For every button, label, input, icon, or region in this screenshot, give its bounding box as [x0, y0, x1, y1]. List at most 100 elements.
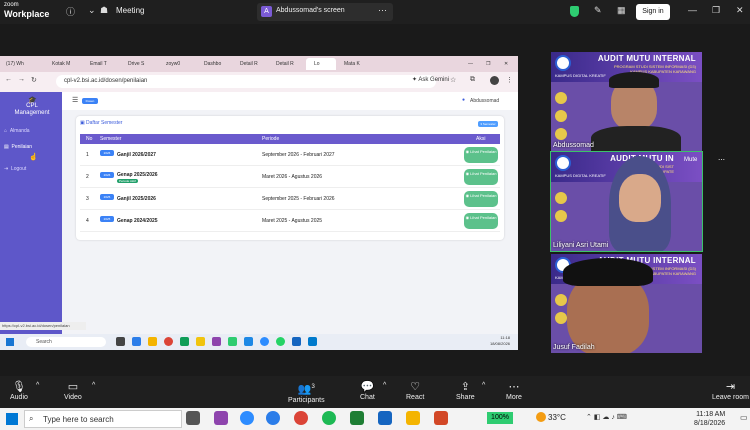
tab-dashboard[interactable]: Dashbo: [204, 58, 221, 70]
word-icon[interactable]: [378, 411, 392, 425]
excel-icon[interactable]: [228, 337, 237, 346]
powerpoint-icon[interactable]: [434, 411, 448, 425]
participant-video-3[interactable]: KAMPUS DIGITAL KREATIF AUDIT MUTU INTERN…: [551, 254, 702, 353]
button-label: Lihat Penilaian: [470, 149, 497, 154]
profile-avatar[interactable]: [490, 76, 499, 85]
column-header-periode: Periode: [262, 136, 280, 142]
tab-active[interactable]: Lo: [306, 58, 336, 70]
browser-close-icon[interactable]: ✕: [504, 58, 508, 70]
whatsapp-icon[interactable]: [276, 337, 285, 346]
restore-icon[interactable]: ❐: [712, 5, 720, 16]
folder-icon[interactable]: [196, 337, 205, 346]
notification-icon[interactable]: ▭: [740, 413, 748, 422]
task-view-icon[interactable]: [116, 337, 125, 346]
participant-hair: [609, 72, 659, 88]
tab-kotak[interactable]: Kotak M: [52, 58, 70, 70]
zoom-icon[interactable]: [260, 337, 269, 346]
extensions-icon[interactable]: ⧉: [470, 76, 475, 84]
leave-icon: ⇥: [725, 381, 736, 393]
sidebar-item-penilaian[interactable]: ▤ Penilaian: [4, 144, 32, 150]
back-icon[interactable]: ←: [5, 76, 12, 83]
participant-hair: [563, 258, 653, 286]
view-grades-button[interactable]: ◉ Lihat Penilaian: [464, 213, 498, 229]
react-button[interactable]: ♡ React: [406, 380, 424, 401]
browser-restore-icon[interactable]: ❐: [486, 58, 490, 70]
audio-button[interactable]: 🎙 Audio: [10, 380, 28, 401]
tab-drive[interactable]: Drive S: [128, 58, 144, 70]
browser-menu-icon[interactable]: ⋮: [506, 76, 513, 84]
row-number: 4: [86, 218, 89, 224]
word-icon[interactable]: [244, 337, 253, 346]
chrome-icon[interactable]: [164, 337, 173, 346]
tab-detail-2[interactable]: Detail R: [276, 58, 294, 70]
system-tray-icons[interactable]: ⌃ ◧ ☁ ♪ ⌨: [586, 413, 627, 421]
audio-options-chevron-icon[interactable]: ^: [36, 382, 39, 389]
sharer-avatar: A: [261, 6, 272, 17]
semester-name: Ganjil 2026/2027: [117, 152, 156, 158]
edit-icon[interactable]: ✎: [594, 5, 602, 16]
tab-email[interactable]: Email T: [90, 58, 107, 70]
edge-icon[interactable]: [266, 411, 280, 425]
column-header-no: No: [86, 136, 93, 142]
task-view-icon[interactable]: [186, 411, 200, 425]
participants-button[interactable]: 👥3 Participants: [288, 380, 325, 404]
sidebar-item-almanda[interactable]: ⌂ Almanda: [4, 128, 30, 134]
chevron-down-icon[interactable]: ⌄: [88, 5, 96, 16]
hamburger-menu-icon[interactable]: ☰: [72, 96, 78, 104]
forward-icon[interactable]: →: [18, 76, 25, 83]
view-grades-button[interactable]: ◉ Lihat Penilaian: [464, 147, 498, 163]
outlook-icon[interactable]: [292, 337, 301, 346]
participant-video-1[interactable]: KAMPUS DIGITAL KREATIF AUDIT MUTU INTERN…: [551, 52, 702, 151]
sidebar-item-logout[interactable]: ⇥ Logout: [4, 166, 26, 172]
zoom-icon[interactable]: [240, 411, 254, 425]
tab-detail-1[interactable]: Detail R: [240, 58, 258, 70]
mute-button[interactable]: Mute: [684, 157, 697, 163]
app-icon[interactable]: [214, 411, 228, 425]
address-bar[interactable]: cpl-v2.bsi.ac.id/dosen/penilaian: [56, 75, 436, 88]
view-icon[interactable]: ▦: [617, 5, 626, 16]
zoom-logo-top: zoom: [4, 2, 19, 8]
weather-temperature[interactable]: 33°C: [548, 413, 566, 422]
windows-search-box[interactable]: Type here to search: [24, 410, 182, 428]
tab-mata-kuliah[interactable]: Mata K: [344, 58, 360, 70]
view-grades-button[interactable]: ◉ Lihat Penilaian: [464, 191, 498, 207]
folder-icon[interactable]: [406, 411, 420, 425]
minimize-icon[interactable]: —: [688, 5, 697, 15]
reload-icon[interactable]: ↻: [31, 76, 37, 84]
chrome-icon[interactable]: [294, 411, 308, 425]
mouse-cursor-icon: ☝: [29, 154, 38, 161]
chat-options-chevron-icon[interactable]: ^: [383, 382, 386, 389]
edge-icon[interactable]: [132, 337, 141, 346]
video-options-icon[interactable]: ⋯: [718, 156, 725, 164]
leave-room-button[interactable]: ⇥ Leave room: [712, 380, 749, 401]
browser-minimize-icon[interactable]: —: [468, 58, 473, 70]
sign-in-button[interactable]: Sign in: [636, 4, 670, 20]
ask-gemini-button[interactable]: ✦ Ask Gemini: [412, 76, 449, 83]
sheets-icon[interactable]: [180, 337, 189, 346]
chat-button[interactable]: 💬 Chat: [360, 380, 375, 401]
share-options-chevron-icon[interactable]: ^: [482, 382, 485, 389]
windows-clock[interactable]: 11:18 AM 8/18/2026: [694, 410, 725, 428]
user-menu[interactable]: Abdussomad: [470, 98, 499, 104]
video-options-chevron-icon[interactable]: ^: [92, 382, 95, 389]
tab-zoyw[interactable]: zoyw0: [166, 58, 180, 70]
more-button[interactable]: ⋯ More: [506, 380, 522, 401]
more-options-icon[interactable]: ⋯: [378, 5, 387, 16]
tab-whatsapp[interactable]: (17) Wh: [6, 58, 24, 70]
shield-icon[interactable]: [570, 6, 579, 17]
info-icon[interactable]: ⓘ: [66, 5, 75, 18]
remote-search-box[interactable]: Search: [26, 337, 106, 347]
spotify-icon[interactable]: [322, 411, 336, 425]
excel-icon[interactable]: [350, 411, 364, 425]
vscode-icon[interactable]: [308, 337, 317, 346]
table-header: No Semester Periode Aksi: [80, 134, 500, 144]
close-icon[interactable]: ✕: [736, 5, 744, 16]
share-button[interactable]: ⇪ Share: [456, 380, 475, 401]
app-icon[interactable]: [212, 337, 221, 346]
star-icon[interactable]: ☆: [450, 76, 456, 84]
view-grades-button[interactable]: ◉ Lihat Penilaian: [464, 169, 498, 185]
video-button[interactable]: ▭ Video: [64, 380, 82, 401]
windows-start-icon[interactable]: [6, 413, 18, 425]
windows-start-icon[interactable]: [6, 338, 14, 346]
files-icon[interactable]: [148, 337, 157, 346]
